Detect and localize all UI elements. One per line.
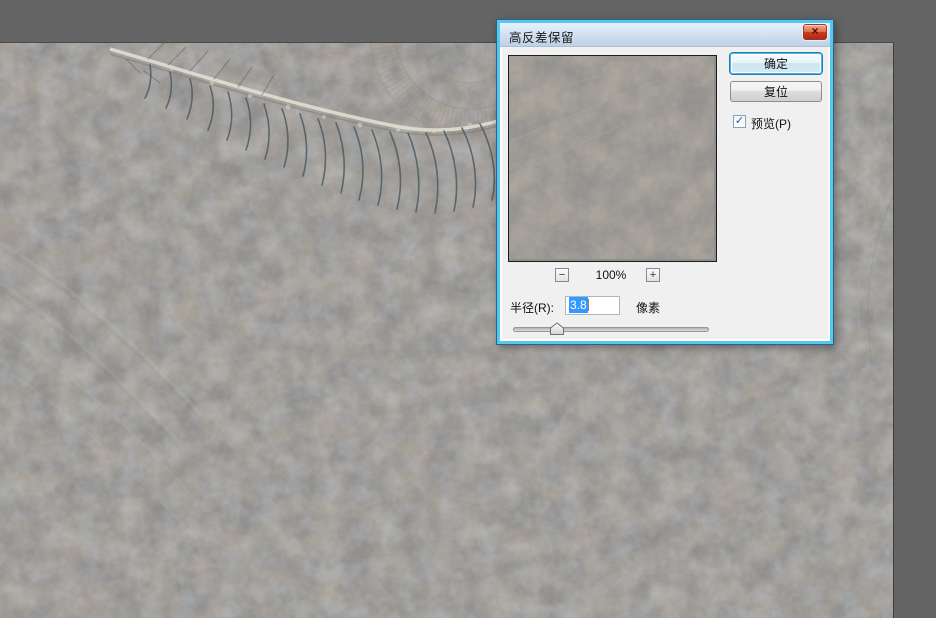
dialog-titlebar[interactable]: 高反差保留: [500, 23, 830, 47]
radius-unit-label: 像素: [636, 301, 661, 315]
close-button[interactable]: ×: [803, 24, 827, 40]
ok-label: 确定: [763, 56, 788, 71]
preview-texture: [509, 56, 714, 259]
high-pass-dialog: 高反差保留 × − 100% + 半径(R): 3.8 像素 确定 复位 ✓ 预…: [496, 19, 834, 345]
plus-icon: +: [649, 268, 657, 281]
radius-label: 半径(R):: [510, 301, 554, 315]
preview-checkbox[interactable]: ✓: [733, 115, 746, 128]
zoom-in-button[interactable]: +: [646, 268, 660, 282]
zoom-level: 100%: [595, 268, 627, 282]
preview-checkbox-label[interactable]: 预览(P): [751, 115, 791, 132]
zoom-out-button[interactable]: −: [555, 268, 569, 282]
radius-value: 3.8: [569, 297, 588, 313]
text-caret: [587, 299, 589, 311]
reset-button[interactable]: 复位: [730, 81, 822, 102]
close-icon: ×: [811, 24, 819, 38]
minus-icon: −: [558, 268, 566, 281]
radius-slider[interactable]: [513, 320, 709, 338]
ok-button[interactable]: 确定: [730, 53, 822, 74]
radius-input[interactable]: 3.8: [565, 296, 620, 315]
slider-track[interactable]: [513, 327, 709, 332]
reset-label: 复位: [763, 84, 788, 99]
slider-thumb[interactable]: [549, 322, 565, 336]
preview-thumbnail[interactable]: [508, 55, 717, 262]
dialog-title: 高反差保留: [509, 31, 575, 45]
check-icon: ✓: [734, 115, 745, 127]
